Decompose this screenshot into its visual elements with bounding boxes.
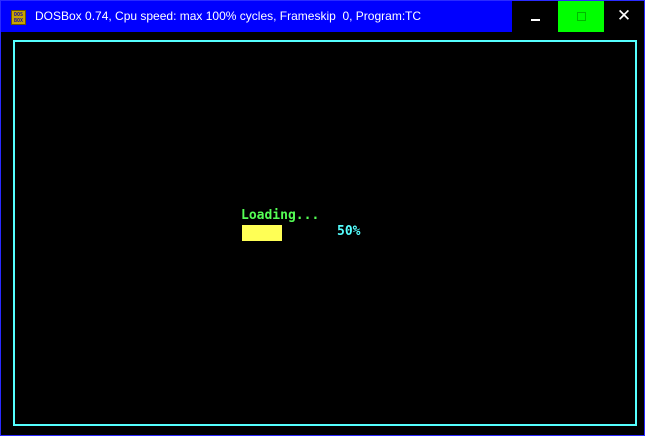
loading-progress-bar bbox=[242, 225, 322, 241]
minimize-icon bbox=[531, 19, 540, 21]
close-icon: ✕ bbox=[616, 6, 632, 26]
dos-screen-border bbox=[13, 40, 637, 426]
title-bar[interactable]: DOS BOX DOSBox 0.74, Cpu speed: max 100%… bbox=[1, 1, 644, 32]
loading-progress-fill bbox=[242, 225, 282, 241]
dosbox-app-icon[interactable]: DOS BOX bbox=[11, 10, 26, 25]
minimize-button[interactable] bbox=[512, 1, 558, 32]
loading-label: Loading... bbox=[241, 208, 320, 223]
dosbox-window: DOS BOX DOSBox 0.74, Cpu speed: max 100%… bbox=[0, 0, 645, 436]
maximize-icon bbox=[577, 12, 586, 21]
loading-percent: 50% bbox=[337, 224, 361, 239]
app-icon-text-bottom: BOX bbox=[13, 18, 24, 24]
maximize-button[interactable] bbox=[558, 1, 604, 32]
close-button[interactable]: ✕ bbox=[604, 1, 644, 32]
window-title: DOSBox 0.74, Cpu speed: max 100% cycles,… bbox=[35, 9, 406, 23]
window-title-program: TC bbox=[405, 9, 421, 23]
dos-screen[interactable]: Loading... 50% bbox=[5, 33, 642, 433]
